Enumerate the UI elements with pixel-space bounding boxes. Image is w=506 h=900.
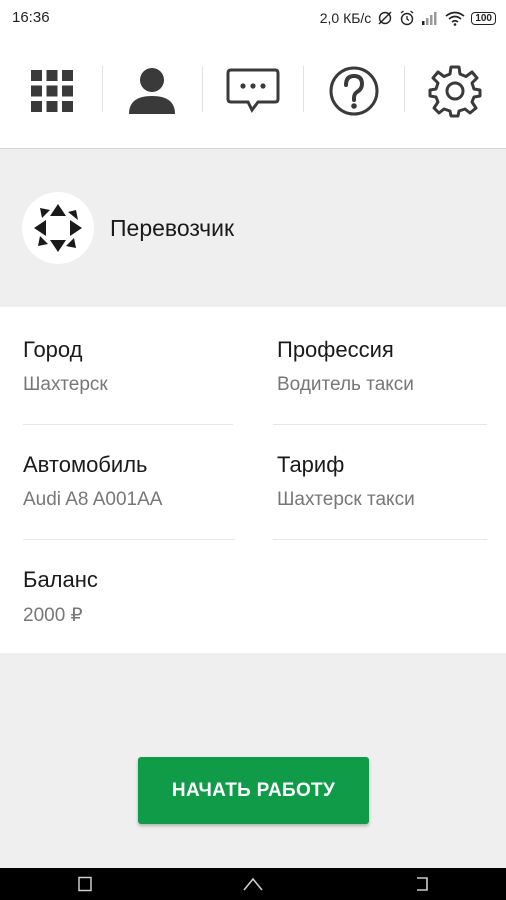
back-button[interactable] [410,874,434,894]
tariff-label: Тариф [277,452,345,477]
profile-icon [129,68,175,114]
top-toolbar [0,36,506,149]
balance-value: 2000 ₽ [23,605,83,626]
toolbar-divider [404,66,405,112]
toolbar-divider [102,66,103,112]
network-speed: 2,0 КБ/с [319,10,372,26]
car-value: Audi A8 A001AA [23,489,163,510]
home-icon [243,877,263,891]
profile-info: Город Шахтерск Профессия Водитель такси … [0,307,506,653]
battery-icon: 100 [471,11,496,25]
recent-apps-icon [78,876,92,892]
car-label: Автомобиль [23,452,148,477]
toolbar-divider [202,66,203,112]
help-icon [329,66,379,116]
divider [23,424,233,425]
city-value: Шахтерск [23,374,108,395]
system-nav-bar [0,868,506,900]
settings-button[interactable] [420,56,490,126]
profile-header: Перевозчик [0,149,506,307]
help-button[interactable] [319,56,389,126]
logo-triangles-icon [34,204,82,252]
settings-icon [428,65,482,118]
company-logo [22,192,94,264]
status-icons: 2,0 КБ/с 100 [320,8,496,28]
status-bar: 16:36 2,0 КБ/с 100 [0,0,506,36]
recent-apps-button[interactable] [73,874,97,894]
alarm-icon [400,10,414,26]
profession-field: Профессия Водитель такси [277,337,414,396]
grid-menu-icon [31,70,73,112]
toolbar-divider [303,66,304,112]
divider [23,539,235,540]
home-button[interactable] [241,874,265,894]
balance-label: Баланс [23,567,98,592]
divider [273,539,487,540]
back-icon [417,877,428,891]
divider [273,424,487,425]
chat-icon [226,68,280,113]
tariff-value: Шахтерск такси [277,489,415,510]
tariff-field: Тариф Шахтерск такси [277,452,415,511]
city-label: Город [23,337,83,362]
chat-button[interactable] [218,56,288,126]
grid-menu-button[interactable] [17,56,87,126]
profession-value: Водитель такси [277,374,414,395]
profile-button[interactable] [117,56,187,126]
profession-label: Профессия [277,337,394,362]
wifi-icon [445,11,465,26]
city-field: Город Шахтерск [23,337,108,396]
status-time: 16:36 [12,9,50,26]
start-work-button[interactable]: НАЧАТЬ РАБОТУ [138,757,369,824]
car-field: Автомобиль Audi A8 A001AA [23,452,162,511]
signal-icon [422,12,437,25]
company-name: Перевозчик [110,215,235,241]
balance-field: Баланс 2000 ₽ [23,567,98,627]
no-alarm-icon [378,11,392,25]
